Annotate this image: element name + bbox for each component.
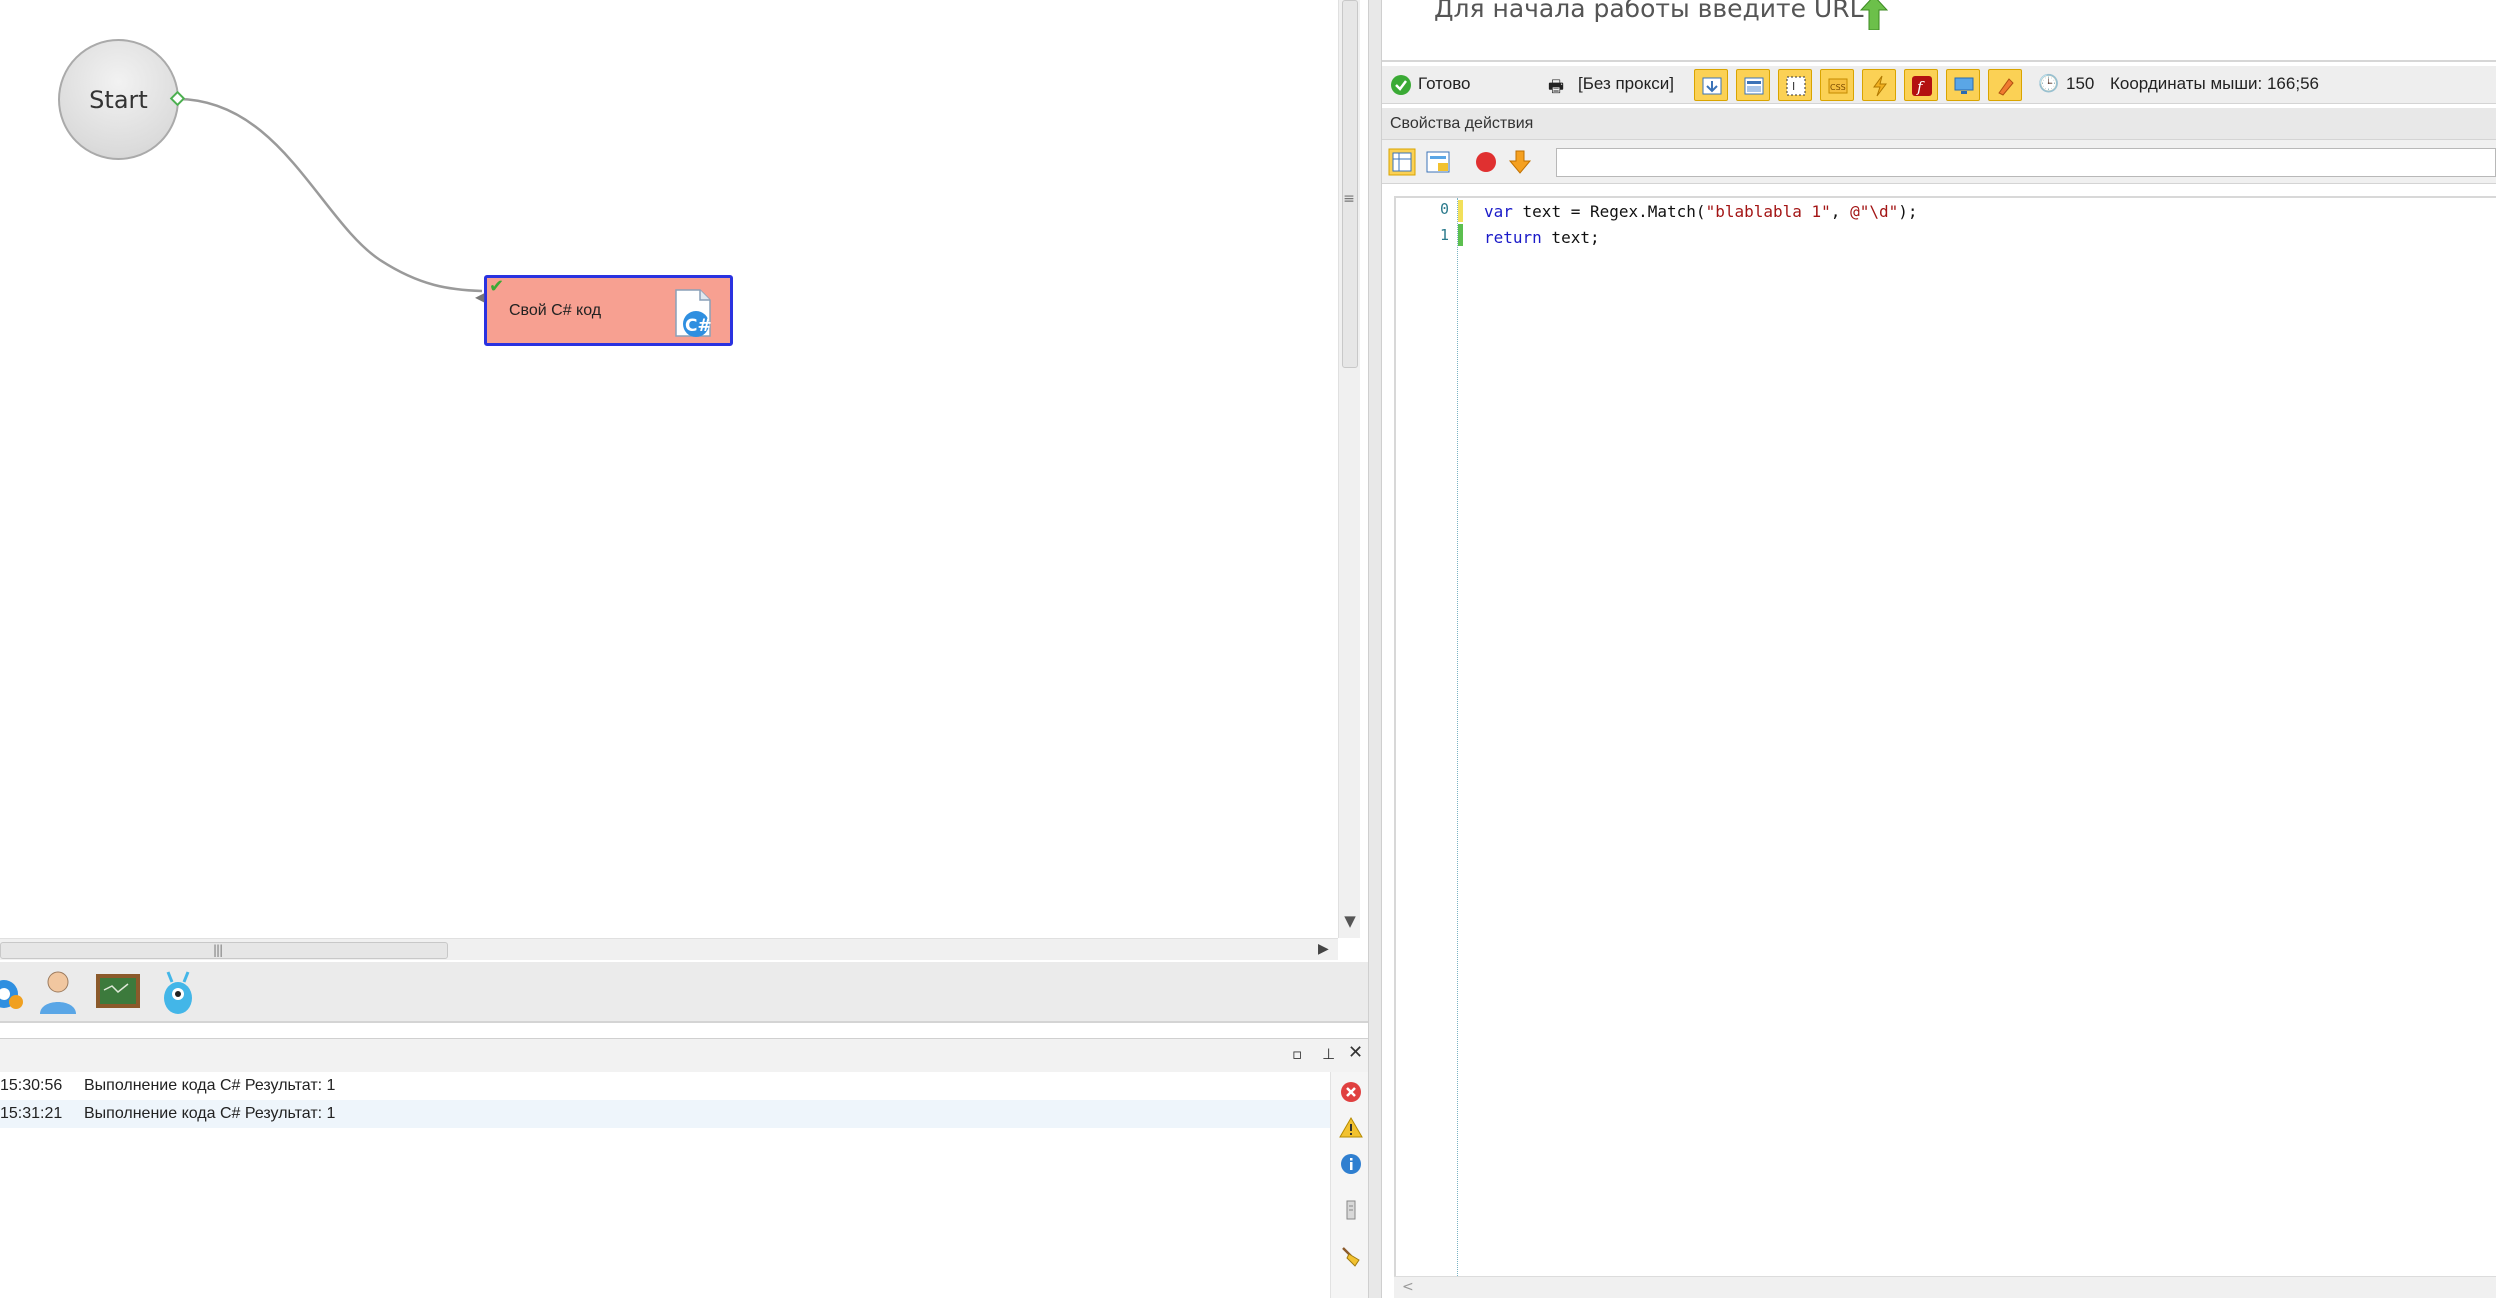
- info-filter-icon[interactable]: [1339, 1152, 1363, 1176]
- csharp-action-node[interactable]: ◀ ✔ Свой C# код C#: [475, 275, 733, 346]
- scroll-down-arrow-icon[interactable]: ▼: [1341, 912, 1359, 930]
- screen-toggle-button[interactable]: [1946, 69, 1980, 101]
- cleaner-toggle-button[interactable]: [1988, 69, 2022, 101]
- up-arrow-icon: [1860, 0, 1888, 30]
- warning-filter-icon[interactable]: [1339, 1116, 1363, 1140]
- pin-icon[interactable]: ⊥: [1322, 1045, 1335, 1063]
- panel-splitter[interactable]: [1368, 0, 1382, 1298]
- vertical-scroll-grip: ≡: [1343, 191, 1355, 207]
- log-time: 15:30:56: [0, 1077, 63, 1094]
- frames-toggle-button[interactable]: [1736, 69, 1770, 101]
- project-canvas[interactable]: Start ◀ ✔ Свой C# код C#: [0, 0, 1338, 938]
- user-icon[interactable]: [34, 968, 82, 1016]
- plugins-toggle-button[interactable]: I: [1778, 69, 1812, 101]
- start-node[interactable]: Start: [58, 39, 179, 160]
- start-node-label: Start: [89, 85, 148, 114]
- log-time: 15:31:21: [0, 1105, 63, 1122]
- log-filter-bar: [1330, 1072, 1368, 1298]
- horizontal-scroll-thumb[interactable]: |||: [0, 942, 448, 959]
- clear-log-broom-icon[interactable]: [1339, 1244, 1363, 1268]
- alien-icon[interactable]: [154, 968, 202, 1016]
- step-down-arrow-icon[interactable]: [1506, 148, 1534, 176]
- restore-window-icon[interactable]: ▫: [1292, 1045, 1302, 1063]
- code-line[interactable]: return text;: [1484, 228, 1600, 247]
- connection-line: [176, 97, 483, 293]
- proxy-status[interactable]: [Без прокси]: [1578, 74, 1674, 94]
- javascript-toggle-button[interactable]: [1862, 69, 1896, 101]
- code-text: text;: [1541, 228, 1600, 247]
- log-row[interactable]: 15:30:56 Выполнение кода C# Результат: 1: [0, 1072, 1330, 1100]
- browser-status-bar: Готово 🖶 [Без прокси] I CSS f 🕒 150 Коор…: [1382, 66, 2496, 104]
- code-line[interactable]: var text = Regex.Match("blablabla 1", @"…: [1484, 202, 1918, 221]
- mouse-coordinates: Координаты мыши: 166;56: [2110, 74, 2319, 93]
- proxy-icon[interactable]: 🖶: [1548, 74, 1564, 103]
- close-icon[interactable]: ✕: [1348, 1042, 1363, 1063]
- horizontal-scroll-grip: |||: [213, 943, 223, 957]
- images-toggle-button[interactable]: [1694, 69, 1728, 101]
- form-view-icon[interactable]: [1424, 148, 1452, 176]
- log-list: 15:30:56 Выполнение кода C# Результат: 1…: [0, 1072, 1330, 1298]
- chalkboard-icon[interactable]: [94, 968, 142, 1016]
- timer-icon: 🕒: [2038, 74, 2060, 93]
- log-message: Выполнение кода C# Результат: 1: [84, 1077, 336, 1094]
- success-check-icon: ✔: [489, 276, 505, 297]
- log-row[interactable]: 15:31:21 Выполнение кода C# Результат: 1: [0, 1100, 1330, 1128]
- canvas-horizontal-scrollbar[interactable]: ||| ▶: [0, 938, 1338, 960]
- action-properties-toolbar: [1382, 140, 2496, 184]
- error-filter-icon[interactable]: [1339, 1080, 1363, 1104]
- code-text: );: [1898, 202, 1918, 221]
- status-ready: Готово: [1418, 74, 1471, 93]
- scroll-right-arrow-icon[interactable]: ▶: [1318, 941, 1329, 957]
- csharp-file-icon: C#: [675, 289, 712, 337]
- code-string: "blablabla 1": [1705, 202, 1831, 221]
- code-keyword: return: [1484, 228, 1542, 247]
- action-properties-input[interactable]: [1556, 148, 2496, 177]
- svg-text:CSS: CSS: [1830, 83, 1846, 92]
- scroll-left-arrow-icon[interactable]: <: [1402, 1279, 1414, 1295]
- vertical-scroll-thumb[interactable]: [1342, 0, 1358, 368]
- ready-check-icon: [1391, 75, 1411, 95]
- csharp-icon-text: C#: [685, 316, 712, 336]
- url-hint-text: Для начала работы введите URL: [1434, 0, 1864, 23]
- action-toolbar: [0, 962, 1368, 1023]
- line-number-gutter: 0 1: [1396, 198, 1458, 1278]
- canvas-vertical-scrollbar[interactable]: ≡ ▼: [1338, 0, 1360, 938]
- code-editor[interactable]: 0 1 var text = Regex.Match("blablabla 1"…: [1394, 196, 2496, 1278]
- props-title-text: Свойства действия: [1390, 115, 1534, 132]
- editor-horizontal-scrollbar[interactable]: <: [1394, 1276, 2496, 1298]
- code-text: ,: [1830, 202, 1851, 221]
- stop-icon[interactable]: [1472, 148, 1500, 176]
- log-message: Выполнение кода C# Результат: 1: [84, 1105, 336, 1122]
- action-properties-title: Свойства действия: [1382, 108, 2496, 140]
- browser-view[interactable]: Для начала работы введите URL: [1382, 0, 2496, 62]
- svg-text:I: I: [1792, 80, 1795, 93]
- saved-line-marker: [1458, 224, 1463, 246]
- input-port-icon[interactable]: ◀: [475, 290, 484, 304]
- gear-icon[interactable]: [0, 968, 26, 1016]
- line-number: 0: [1439, 200, 1449, 218]
- code-string: @"\d": [1850, 202, 1899, 221]
- log-file-icon[interactable]: [1339, 1198, 1363, 1222]
- code-text: text = Regex.Match(: [1512, 202, 1706, 221]
- modified-line-marker: [1458, 200, 1463, 222]
- css-toggle-button[interactable]: CSS: [1820, 69, 1854, 101]
- table-view-icon[interactable]: [1388, 148, 1416, 176]
- log-panel-header: ▫ ⊥ ✕: [0, 1038, 1368, 1072]
- code-keyword: var: [1484, 202, 1513, 221]
- action-node-label: Свой C# код: [509, 302, 602, 319]
- timer-value: 150: [2066, 74, 2095, 93]
- flash-toggle-button[interactable]: f: [1904, 69, 1938, 101]
- line-number: 1: [1439, 226, 1449, 244]
